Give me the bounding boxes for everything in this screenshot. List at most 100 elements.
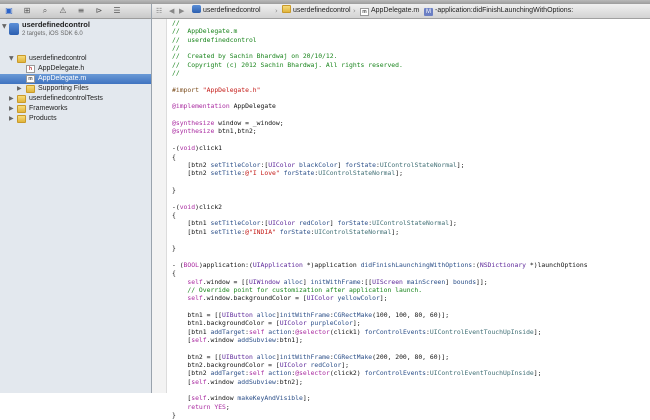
code-line[interactable]: // userdefinedcontrol: [172, 36, 588, 44]
symbol-navigator-icon[interactable]: ⊞: [22, 4, 32, 18]
code-line[interactable]: btn1.backgroundColor = [UIColor purpleCo…: [172, 319, 588, 327]
code-line[interactable]: [172, 136, 588, 144]
code-line[interactable]: [172, 77, 588, 85]
code-line[interactable]: btn2.backgroundColor = [UIColor redColor…: [172, 361, 588, 369]
code-token: }: [172, 185, 176, 194]
code-token: ];: [533, 327, 542, 336]
tree-item-products[interactable]: ▶ Products: [0, 114, 151, 124]
log-navigator-icon[interactable]: ☰: [112, 4, 122, 18]
code-text[interactable]: //// AppDelegate.m// userdefinedcontrol /…: [172, 19, 588, 420]
code-line[interactable]: [172, 344, 588, 352]
code-line[interactable]: }: [172, 244, 588, 252]
code-line[interactable]: {: [172, 269, 588, 277]
tree-item-tests[interactable]: ▶ userdefinedcontrolTests: [0, 94, 151, 104]
tree-item-frameworks[interactable]: ▶ Frameworks: [0, 104, 151, 114]
code-line[interactable]: [btn1 setTitleColor:[UIColor redColor] f…: [172, 219, 588, 227]
tree-item-appdelegate-m[interactable]: m AppDelegate.m: [0, 74, 151, 84]
code-token: ];: [302, 394, 311, 403]
code-token: :[[: [360, 277, 373, 286]
code-line[interactable]: //: [172, 44, 588, 52]
code-line[interactable]: [btn2 addTarget:self action:@selector(cl…: [172, 369, 588, 377]
jumpbar-item-file[interactable]: m AppDelegate.m: [360, 4, 419, 18]
code-token: UIControlStateNormal: [314, 227, 392, 236]
tree-item-project[interactable]: ▼ userdefinedcontrol 2 targets, iOS SDK …: [0, 20, 151, 41]
code-token: - (: [172, 260, 184, 269]
code-line[interactable]: // Copyright (c) 2012 Sachin Bhardwaj. A…: [172, 61, 588, 69]
code-line[interactable]: #import "AppDelegate.h": [172, 86, 588, 94]
xcode-project-icon: [192, 5, 201, 13]
code-line[interactable]: [172, 178, 588, 186]
code-token: addSubview: [237, 336, 276, 345]
code-line[interactable]: }: [172, 186, 588, 194]
code-token: .window = [[: [202, 277, 249, 286]
search-navigator-icon[interactable]: ⌕: [40, 4, 50, 18]
tree-item-label: Supporting Files: [38, 85, 89, 92]
code-line[interactable]: [self.window addSubview:btn1];: [172, 336, 588, 344]
code-line[interactable]: [btn2 setTitleColor:[UIColor blackColor]…: [172, 161, 588, 169]
breakpoint-navigator-icon[interactable]: ⊳: [94, 4, 104, 18]
project-navigator-icon[interactable]: ▣: [4, 4, 14, 18]
code-line[interactable]: [172, 94, 588, 102]
code-token: btn2.backgroundColor = [: [172, 361, 280, 370]
issue-navigator-icon[interactable]: ⚠: [58, 4, 68, 18]
tree-item-label: AppDelegate.m: [38, 75, 87, 82]
code-line[interactable]: [self.window addSubview:btn2];: [172, 378, 588, 386]
code-line[interactable]: btn1 = [[UIButton alloc]initWithFrame:CG…: [172, 311, 588, 319]
code-token: :btn2];: [275, 377, 303, 386]
code-line[interactable]: //: [172, 19, 588, 27]
code-line[interactable]: [172, 253, 588, 261]
code-line[interactable]: @implementation AppDelegate: [172, 102, 588, 110]
code-token: -(: [172, 144, 180, 153]
code-line[interactable]: @synthesize btn1,btn2;: [172, 127, 588, 135]
code-token: UIColor: [279, 361, 307, 370]
code-token: alloc: [283, 277, 303, 286]
forward-arrow-icon[interactable]: ▶: [179, 4, 184, 18]
code-line[interactable]: [btn1 setTitle:@"INDIA" forState:UIContr…: [172, 228, 588, 236]
jumpbar-item-group[interactable]: userdefinedcontrol: [282, 4, 351, 18]
code-token: didFinishLaunchingWithOptions: [360, 260, 473, 269]
disclosure-open-icon[interactable]: ▼: [2, 22, 7, 32]
code-line[interactable]: [172, 303, 588, 311]
code-line[interactable]: [self.window makeKeyAndVisible];: [172, 394, 588, 402]
code-line[interactable]: return YES;: [172, 403, 588, 411]
tree-item-supporting-files[interactable]: ▶ Supporting Files: [0, 84, 151, 94]
jumpbar-item-project[interactable]: userdefinedcontrol: [192, 4, 261, 18]
code-line[interactable]: self.window.backgroundColor = [UIColor y…: [172, 294, 588, 302]
code-line[interactable]: [172, 386, 588, 394]
code-line[interactable]: btn2 = [[UIButton alloc]initWithFrame:CG…: [172, 353, 588, 361]
code-line[interactable]: // Override point for customization afte…: [172, 286, 588, 294]
tree-item-appdelegate-h[interactable]: h AppDelegate.h: [0, 64, 151, 74]
code-line[interactable]: //: [172, 69, 588, 77]
code-line[interactable]: @synthesize window = _window;: [172, 119, 588, 127]
disclosure-closed-icon[interactable]: ▶: [17, 84, 22, 94]
disclosure-closed-icon[interactable]: ▶: [9, 104, 14, 114]
code-line[interactable]: self.window = [[UIWindow alloc] initWith…: [172, 278, 588, 286]
code-line[interactable]: }: [172, 411, 588, 419]
code-line[interactable]: -(void)click2: [172, 203, 588, 211]
code-token: UIColor: [268, 160, 296, 169]
code-line[interactable]: [btn1 addTarget:self action:@selector(cl…: [172, 328, 588, 336]
back-arrow-icon[interactable]: ◀: [169, 4, 174, 18]
debug-navigator-icon[interactable]: ≡: [76, 4, 86, 18]
code-token: purpleColor: [310, 319, 353, 328]
tree-item-group-main[interactable]: ▼ userdefinedcontrol: [0, 54, 151, 64]
code-token: ]];: [476, 277, 488, 286]
jumpbar-item-method[interactable]: M -application:didFinishLaunchingWithOpti…: [424, 4, 573, 18]
code-token: (click2): [329, 369, 365, 378]
code-line[interactable]: - (BOOL)application:(UIApplication *)app…: [172, 261, 588, 269]
code-line[interactable]: [btn2 setTitle:@"I Love" forState:UICont…: [172, 169, 588, 177]
code-line[interactable]: // Created by Sachin Bhardwaj on 20/10/1…: [172, 52, 588, 60]
code-line[interactable]: [172, 111, 588, 119]
code-line[interactable]: -(void)click1: [172, 144, 588, 152]
line-gutter[interactable]: [152, 19, 167, 393]
code-line[interactable]: {: [172, 211, 588, 219]
disclosure-closed-icon[interactable]: ▶: [9, 114, 14, 124]
code-token: @"I Love": [245, 169, 280, 178]
code-line[interactable]: // AppDelegate.m: [172, 27, 588, 35]
code-line[interactable]: [172, 236, 588, 244]
code-line[interactable]: {: [172, 153, 588, 161]
code-line[interactable]: [172, 194, 588, 202]
related-items-icon[interactable]: ☷: [156, 4, 162, 18]
disclosure-closed-icon[interactable]: ▶: [9, 94, 14, 104]
disclosure-open-icon[interactable]: ▼: [9, 54, 14, 64]
